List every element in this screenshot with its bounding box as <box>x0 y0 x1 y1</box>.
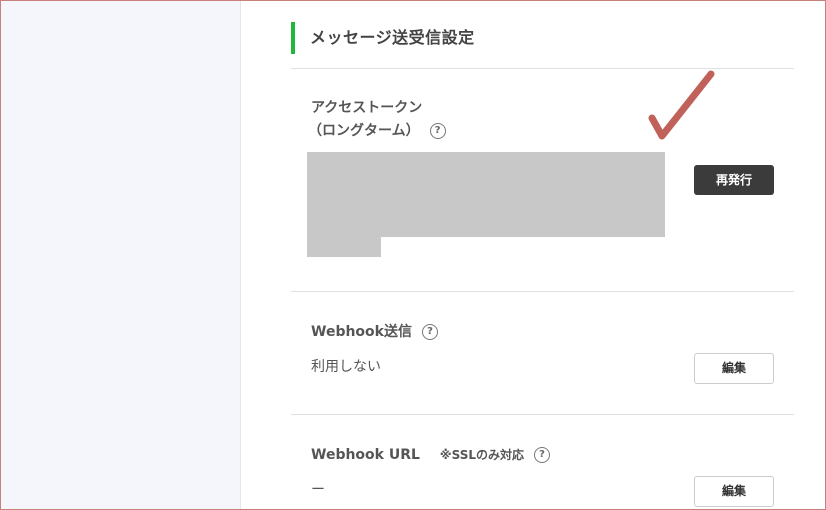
divider <box>291 291 794 292</box>
divider <box>291 68 794 69</box>
help-icon[interactable]: ? <box>533 447 550 463</box>
webhook-url-label: Webhook URL <box>311 447 420 463</box>
redacted-token-tail <box>307 236 381 257</box>
divider <box>291 414 794 415</box>
webhook-send-label-row: Webhook送信? <box>311 322 438 342</box>
edit-webhook-send-button[interactable]: 編集 <box>694 353 774 384</box>
webhook-url-label-row: Webhook URL ※SSLのみ対応? <box>311 445 550 465</box>
help-icon[interactable]: ? <box>429 123 446 139</box>
webhook-url-value: ー <box>311 482 325 498</box>
section-title: メッセージ送受信設定 <box>291 22 475 54</box>
ssl-only-note: ※SSLのみ対応 <box>439 448 524 462</box>
redacted-token <box>307 152 665 237</box>
access-token-label-line2: （ロングターム） <box>308 123 420 139</box>
access-token-label-line2-row: （ロングターム）? <box>308 121 446 141</box>
access-token-label-line1: アクセストークン <box>311 100 423 116</box>
settings-panel: メッセージ送受信設定 アクセストークン （ロングターム）? 再発行 Webhoo… <box>241 0 825 510</box>
help-icon[interactable]: ? <box>421 324 438 340</box>
reissue-button[interactable]: 再発行 <box>694 165 774 195</box>
edit-webhook-url-button[interactable]: 編集 <box>694 476 774 507</box>
webhook-send-label: Webhook送信 <box>311 324 412 340</box>
left-sidebar <box>1 1 241 509</box>
webhook-send-value: 利用しない <box>311 359 381 375</box>
